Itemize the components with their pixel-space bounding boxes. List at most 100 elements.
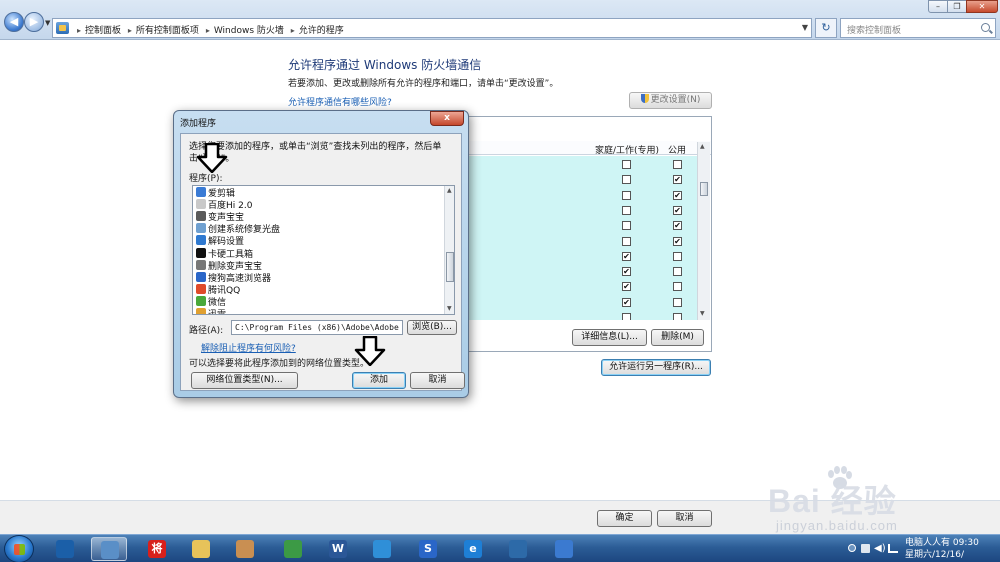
list-item[interactable]: 变声宝宝 [196, 211, 244, 223]
ok-button[interactable]: 确定 [597, 510, 652, 527]
list-item[interactable]: 创建系统修复光盘 [196, 223, 280, 235]
breadcrumb[interactable]: ▸ 控制面板 ▸ 所有控制面板项 ▸ Windows 防火墙 ▸ 允许的程序 ▼ [52, 18, 812, 38]
close-button[interactable]: ✕ [966, 0, 998, 13]
column-public[interactable]: 公用 [668, 143, 686, 156]
dialog-close-button[interactable]: x [430, 111, 464, 126]
taskbar-paint[interactable] [227, 537, 263, 561]
search-input[interactable]: 搜索控制面板 [840, 18, 996, 38]
home-work-checkbox[interactable] [622, 175, 631, 185]
table-row[interactable]: ✔ [467, 265, 697, 280]
allow-another-program-button[interactable]: 允许运行另一程序(R)... [601, 359, 711, 376]
list-item[interactable]: 卡硬工具箱 [196, 247, 253, 260]
home-work-checkbox[interactable]: ✔ [622, 251, 631, 261]
list-item[interactable]: 搜狗高速浏览器 [196, 271, 271, 284]
programs-list[interactable]: 爱剪辑 百度Hi 2.0 变声宝宝 创建系统修复光盘 解码设置 卡硬工具箱 删除变声宝宝 搜狗… [192, 185, 455, 315]
public-checkbox[interactable]: ✔ [673, 190, 682, 200]
list-scrollbar[interactable]: ▲ ▼ [444, 186, 454, 314]
taskbar-ie[interactable]: e [455, 537, 491, 561]
list-scroll-thumb[interactable] [446, 252, 454, 282]
table-row[interactable]: ✔ [467, 250, 697, 265]
cancel-button[interactable]: 取消 [657, 510, 712, 527]
crumb-allowed-programs[interactable]: 允许的程序 [299, 26, 344, 36]
taskbar-show-desktop[interactable] [47, 537, 83, 561]
public-checkbox[interactable]: ✔ [673, 236, 682, 246]
back-button[interactable]: ◀ [4, 12, 24, 32]
home-work-checkbox[interactable]: ✔ [622, 297, 631, 307]
home-work-checkbox[interactable] [622, 160, 631, 169]
table-row[interactable]: ✔ [467, 189, 697, 204]
taskbar-sogou[interactable]: S [410, 537, 446, 561]
list-item[interactable]: 腾讯QQ [196, 283, 240, 296]
public-checkbox[interactable]: ✔ [673, 221, 682, 231]
table-row[interactable]: ✔ [467, 280, 697, 295]
column-home-work[interactable]: 家庭/工作(专用) [595, 143, 659, 156]
start-button[interactable] [4, 535, 34, 562]
public-checkbox[interactable]: ✔ [673, 205, 682, 215]
public-checkbox[interactable] [673, 251, 682, 261]
details-button[interactable]: 详细信息(L)... [572, 329, 647, 346]
table-scrollbar[interactable]: ▲ ▼ [697, 142, 710, 320]
breadcrumb-dropdown-icon[interactable]: ▼ [802, 23, 808, 32]
taskbar-remote-desktop[interactable] [500, 537, 536, 561]
unblock-risk-link[interactable]: 解除阻止程序有何风险? [201, 341, 296, 354]
public-checkbox[interactable] [673, 160, 682, 169]
list-item[interactable]: 百度Hi 2.0 [196, 199, 252, 211]
home-work-checkbox[interactable] [622, 313, 631, 320]
taskbar-app-jiang[interactable]: 将 [139, 537, 175, 561]
list-item[interactable]: 微信 [196, 295, 226, 308]
public-checkbox[interactable]: ✔ [673, 175, 682, 185]
maximize-button[interactable]: ❐ [947, 0, 967, 13]
tray-overflow-icon[interactable] [848, 544, 856, 552]
list-item[interactable]: 迅雷 [196, 308, 226, 314]
taskbar-control-panel[interactable] [91, 537, 127, 561]
add-button[interactable]: 添加 [352, 372, 406, 389]
table-row[interactable]: ✔ [467, 296, 697, 311]
scroll-up-icon[interactable]: ▲ [700, 143, 705, 150]
crumb-control-panel[interactable]: 控制面板 [85, 26, 121, 36]
table-row[interactable]: ✔ [467, 219, 697, 234]
clock[interactable]: 电脑人人有 09:30 星期六/12/16/ [905, 537, 997, 561]
table-row[interactable]: ✔ [467, 204, 697, 219]
list-item[interactable]: 删除变声宝宝 [196, 259, 262, 272]
table-row[interactable]: ✔ [467, 235, 697, 250]
forward-button[interactable]: ▶ [24, 12, 44, 32]
crumb-firewall[interactable]: Windows 防火墙 [214, 26, 284, 36]
risk-link[interactable]: 允许程序通信有哪些风险? [288, 95, 392, 108]
public-checkbox[interactable] [673, 282, 682, 292]
action-center-icon[interactable] [861, 544, 870, 553]
delete-button[interactable]: 删除(M) [651, 329, 704, 346]
home-work-checkbox[interactable]: ✔ [622, 282, 631, 292]
home-work-checkbox[interactable] [622, 190, 631, 200]
refresh-button[interactable]: ↻ [815, 18, 837, 38]
scroll-down-icon[interactable]: ▼ [447, 305, 452, 312]
home-work-checkbox[interactable]: ✔ [622, 267, 631, 277]
home-work-checkbox[interactable] [622, 236, 631, 246]
crumb-all-items[interactable]: 所有控制面板项 [136, 26, 199, 36]
home-work-checkbox[interactable] [622, 205, 631, 215]
taskbar-word[interactable]: W [320, 537, 356, 561]
scroll-down-icon[interactable]: ▼ [700, 310, 705, 317]
taskbar-folder[interactable] [183, 537, 219, 561]
list-item[interactable]: 解码设置 [196, 235, 244, 247]
minimize-button[interactable]: – [928, 0, 948, 13]
list-item[interactable]: 爱剪辑 [196, 187, 235, 199]
home-work-checkbox[interactable] [622, 221, 631, 231]
dialog-cancel-button[interactable]: 取消 [410, 372, 465, 389]
public-checkbox[interactable] [673, 297, 682, 307]
table-row[interactable] [467, 311, 697, 320]
public-checkbox[interactable] [673, 313, 682, 320]
volume-icon[interactable]: ◀) [874, 543, 886, 554]
taskbar-chrome[interactable] [275, 537, 311, 561]
taskbar-app-blue[interactable] [364, 537, 400, 561]
scroll-up-icon[interactable]: ▲ [447, 187, 452, 194]
table-row[interactable] [467, 158, 697, 173]
browse-button[interactable]: 浏览(B)... [407, 320, 457, 335]
table-row[interactable]: ✔ [467, 173, 697, 188]
path-input[interactable]: C:\Program Files (x86)\Adobe\Adobe Cr [231, 320, 403, 335]
recent-pages-dropdown[interactable]: ▼ [45, 19, 50, 27]
change-settings-button[interactable]: 更改设置(N) [629, 92, 712, 109]
public-checkbox[interactable] [673, 267, 682, 277]
network-icon[interactable] [888, 544, 898, 553]
network-location-types-button[interactable]: 网络位置类型(N)... [191, 372, 298, 389]
taskbar-media[interactable] [546, 537, 582, 561]
